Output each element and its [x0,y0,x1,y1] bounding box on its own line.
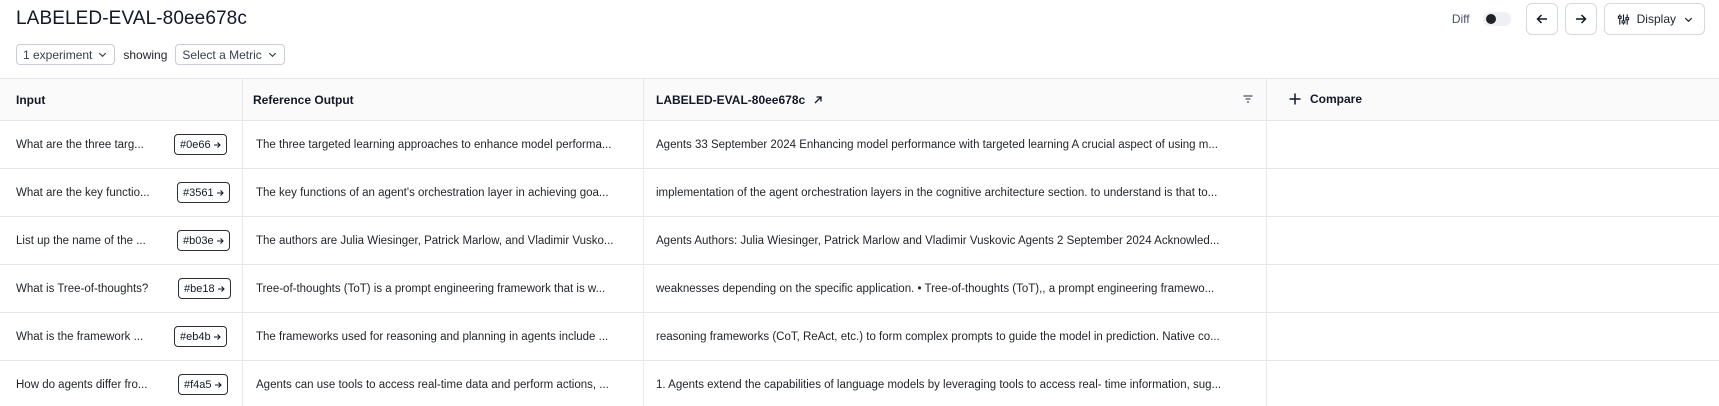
experiment-dropdown[interactable]: 1 experiment [16,44,116,65]
toolbar: Diff Display [1452,3,1705,35]
table-row[interactable]: What is Tree-of-thoughts? #be18 Tree-of-… [0,265,1719,313]
chevron-down-icon [268,52,276,58]
chevron-down-icon [99,52,107,58]
reference-output-cell: The authors are Julia Wiesinger, Patrick… [256,234,614,247]
compare-button[interactable]: Compare [1288,88,1362,110]
input-cell: List up the name of the ... [16,234,146,247]
showing-label: showing [123,47,168,62]
diff-toggle[interactable] [1482,12,1511,26]
column-header-experiment[interactable]: LABELED-EVAL-80ee678c [656,78,823,121]
column-header-reference: Reference Output [253,92,354,107]
display-button-label: Display [1636,12,1676,26]
filter-icon[interactable] [1242,93,1254,105]
reference-output-cell: The three targeted learning approaches t… [256,138,612,151]
plus-icon [1289,93,1301,105]
compare-button-label: Compare [1310,92,1363,106]
example-id: #3561 [183,186,214,199]
input-cell: How do agents differ fro... [16,378,148,391]
experiment-output-cell: Agents Authors: Julia Wiesinger, Patrick… [656,234,1220,247]
arrow-right-icon [214,381,222,388]
example-id-tag[interactable]: #f4a5 [178,374,228,395]
arrow-right-icon [217,285,225,292]
external-link-icon[interactable] [813,95,823,105]
input-cell: What is the framework ... [16,330,144,343]
input-cell: What is Tree-of-thoughts? [16,282,149,295]
table-row[interactable]: What is the framework ... #eb4b The fram… [0,313,1719,361]
reference-output-cell: Agents can use tools to access real-time… [256,378,609,391]
experiment-output-cell: implementation of the agent orchestratio… [656,186,1218,199]
table-row[interactable]: What are the key functio... #3561 The ke… [0,169,1719,217]
metric-dropdown-label: Select a Metric [182,47,262,62]
arrow-right-icon [213,141,221,148]
arrow-right-icon [213,333,221,340]
reference-output-cell: Tree-of-thoughts (ToT) is a prompt engin… [256,282,606,295]
example-id: #0e66 [180,138,211,151]
example-id: #be18 [184,282,215,295]
diff-label: Diff [1451,12,1470,26]
experiment-column-label: LABELED-EVAL-80ee678c [656,92,806,107]
previous-button[interactable] [1525,3,1558,35]
toggle-knob [1485,14,1496,24]
input-cell: What are the key functio... [16,186,150,199]
example-id: #eb4b [180,330,211,343]
sliders-icon [1617,13,1629,25]
experiment-output-cell: 1. Agents extend the capabilities of lan… [656,378,1222,391]
reference-output-cell: The frameworks used for reasoning and pl… [256,330,609,343]
example-id: #f4a5 [184,378,212,391]
table-row[interactable]: How do agents differ fro... #f4a5 Agents… [0,361,1719,406]
example-id-tag[interactable]: #0e66 [174,134,227,155]
example-id-tag[interactable]: #eb4b [174,326,227,347]
reference-output-cell: The key functions of an agent's orchestr… [256,186,609,199]
example-id: #b03e [183,234,214,247]
chevron-down-icon [1684,17,1693,22]
example-id-tag[interactable]: #be18 [178,278,231,299]
arrow-right-icon [216,237,224,244]
display-button[interactable]: Display [1603,3,1705,35]
metric-dropdown[interactable]: Select a Metric [175,44,285,65]
arrow-right-icon [1575,14,1587,24]
example-id-tag[interactable]: #b03e [177,230,230,251]
example-id-tag[interactable]: #3561 [177,182,230,203]
table-row[interactable]: List up the name of the ... #b03e The au… [0,217,1719,265]
arrow-left-icon [1536,14,1547,24]
table-header [0,78,1266,121]
experiment-controls: 1 experiment showing Select a Metric [16,44,285,65]
experiment-output-cell: weaknesses depending on the specific app… [656,282,1215,295]
page-title: LABELED-EVAL-80ee678c [16,8,247,29]
input-cell: What are the three targ... [16,138,144,151]
experiment-output-cell: Agents 33 September 2024 Enhancing model… [656,138,1218,151]
column-header-input: Input [16,92,46,107]
experiment-dropdown-label: 1 experiment [23,47,93,62]
experiment-output-cell: reasoning frameworks (CoT, ReAct, etc.) … [656,330,1220,343]
arrow-right-icon [216,189,224,196]
table-row[interactable]: What are the three targ... #0e66 The thr… [0,121,1719,169]
next-button[interactable] [1564,3,1597,35]
